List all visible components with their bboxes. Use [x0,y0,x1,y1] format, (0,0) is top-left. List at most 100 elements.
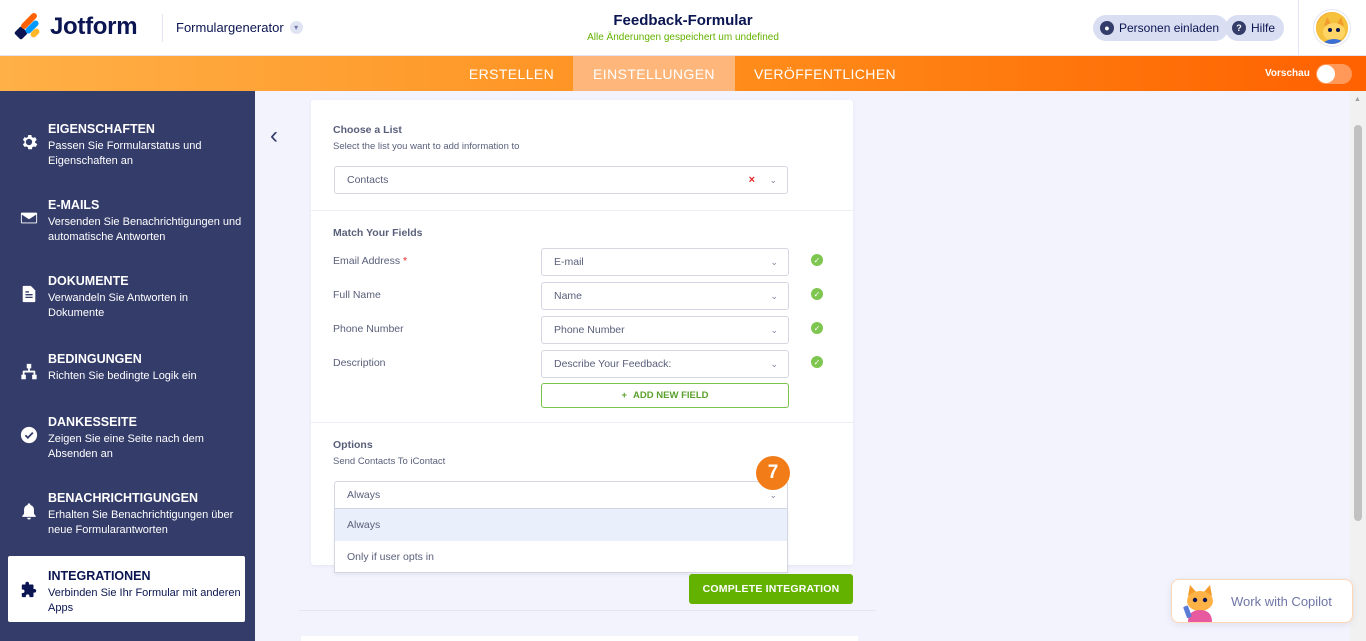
user-icon: ● [1100,21,1114,35]
preview-toggle[interactable] [1316,64,1352,84]
copilot-avatar-icon [1183,585,1213,622]
scrollbar-thumb[interactable] [1354,125,1362,521]
form-generator-dropdown[interactable]: Formulargenerator ▾ [176,20,303,35]
invite-label: Personen einladen [1119,21,1220,35]
form-generator-label: Formulargenerator [176,20,284,35]
sidebar-item-eigenschaften[interactable]: EIGENSCHAFTEN Passen Sie Formularstatus … [8,109,245,175]
puzzle-icon [21,581,37,598]
sidebar-item-dankesseite[interactable]: DANKESSEITE Zeigen Sie eine Seite nach d… [8,402,245,468]
field-select-email[interactable]: E-mail ⌄ [541,248,789,276]
check-icon: ✓ [811,356,823,368]
next-card [301,636,858,641]
field-label-text: Email Address [333,255,401,267]
dropdown-option-always[interactable]: Always [335,509,787,541]
bell-icon [22,503,36,520]
avatar[interactable] [1314,10,1350,46]
choose-list-subtitle: Select the list you want to add informat… [333,141,520,152]
options-select-value: Always [347,489,381,501]
sidebar-item-desc: Versenden Sie Benachrichtigungen und aut… [48,216,242,243]
sidebar-item-emails[interactable]: E-MAILS Versenden Sie Benachrichtigungen… [8,185,245,251]
sidebar-item-desc: Zeigen Sie eine Seite nach dem Absenden … [48,433,204,460]
required-mark: * [403,255,408,267]
logo-text: Jotform [50,13,138,40]
chevron-down-icon: ⌄ [769,490,777,500]
list-select-value: Contacts [347,174,389,186]
chevron-down-icon: ▾ [289,21,303,34]
sidebar-item-desc: Verbinden Sie Ihr Formular mit anderen A… [48,587,241,614]
sidebar-item-title: BENACHRICHTIGUNGEN [48,491,198,505]
top-header: Jotform Formulargenerator ▾ Feedback-For… [0,0,1366,56]
tab-veroeffentlichen[interactable]: VERÖFFENTLICHEN [735,56,915,91]
clear-icon[interactable]: × [749,174,755,186]
copilot-button[interactable]: Work with Copilot [1171,579,1353,623]
options-select[interactable]: Always ⌄ [334,481,788,509]
field-label-phone: Phone Number [333,323,404,335]
form-title-area: Feedback-Formular Alle Änderungen gespei… [483,12,883,43]
jotform-logo-icon [13,11,41,41]
invite-people-button[interactable]: ● Personen einladen [1093,15,1229,41]
add-new-field-button[interactable]: + ADD NEW FIELD [541,383,789,408]
sitemap-icon [21,363,37,380]
section-divider [311,422,853,423]
options-dropdown-list: Always Only if user opts in [334,509,788,573]
check-icon: ✓ [811,254,823,266]
sidebar-item-integrationen[interactable]: INTEGRATIONEN Verbinden Sie Ihr Formular… [8,556,245,622]
match-fields-title: Match Your Fields [333,227,423,239]
plus-icon: + [621,390,628,401]
content-divider [299,610,876,611]
field-select-fullname[interactable]: Name ⌄ [541,282,789,310]
field-select-value: Name [554,290,583,302]
sidebar-item-title: E-MAILS [48,198,100,212]
chevron-down-icon: ⌄ [770,325,778,335]
help-button[interactable]: ? Hilfe [1225,15,1285,41]
form-title[interactable]: Feedback-Formular [483,12,883,29]
section-divider [311,210,853,211]
check-circle-icon [20,426,38,444]
chevron-down-icon: ⌄ [770,359,778,369]
sidebar-item-title: INTEGRATIONEN [48,569,151,583]
sidebar-item-title: DANKESSEITE [48,415,137,429]
gear-icon [22,134,38,150]
field-select-phone[interactable]: Phone Number ⌄ [541,316,789,344]
sidebar-item-title: EIGENSCHAFTEN [48,122,155,136]
sidebar-item-desc: Verwandeln Sie Antworten in Dokumente [48,292,189,319]
toggle-knob [1317,65,1335,83]
options-subtitle: Send Contacts To iContact [333,456,446,467]
tab-einstellungen[interactable]: EINSTELLUNGEN [573,56,735,91]
header-divider [162,14,163,42]
sidebar-item-dokumente[interactable]: DOKUMENTE Verwandeln Sie Antworten in Do… [8,261,245,327]
integration-card: Choose a List Select the list you want t… [311,100,853,565]
tab-erstellen[interactable]: ERSTELLEN [450,56,573,91]
back-arrow-icon[interactable]: ‹ [270,122,278,150]
help-icon: ? [1232,21,1246,35]
step-badge: 7 [756,456,790,490]
chevron-down-icon: ⌄ [769,175,777,185]
list-select[interactable]: Contacts × ⌄ [334,166,788,194]
sidebar-item-bedingungen[interactable]: BEDINGUNGEN Richten Sie bedingte Logik e… [8,339,245,405]
header-divider-right [1298,0,1299,56]
field-select-description[interactable]: Describe Your Feedback: ⌄ [541,350,789,378]
sidebar-item-desc: Passen Sie Formularstatus und Eigenschaf… [48,140,202,167]
field-select-value: Phone Number [554,324,625,336]
sidebar-item-desc: Richten Sie bedingte Logik ein [48,370,197,382]
field-label-email: Email Address * [333,255,407,267]
settings-sidebar: EIGENSCHAFTEN Passen Sie Formularstatus … [0,91,255,641]
main-nav: ERSTELLEN EINSTELLUNGEN VERÖFFENTLICHEN … [0,56,1366,91]
jotform-logo[interactable]: Jotform [13,11,138,41]
help-label: Hilfe [1251,21,1276,35]
sidebar-item-title: BEDINGUNGEN [48,352,142,366]
envelope-icon [20,212,38,224]
document-icon [22,285,36,303]
scroll-up-icon[interactable]: ▲ [1354,96,1361,103]
complete-integration-button[interactable]: COMPLETE INTEGRATION [689,574,853,604]
field-select-value: Describe Your Feedback: [554,358,672,370]
check-icon: ✓ [811,322,823,334]
add-new-field-label: ADD NEW FIELD [633,390,709,401]
choose-list-title: Choose a List [333,124,402,136]
field-select-value: E-mail [554,256,584,268]
sidebar-item-benachrichtigungen[interactable]: BENACHRICHTIGUNGEN Erhalten Sie Benachri… [8,478,245,544]
sidebar-item-title: DOKUMENTE [48,274,129,288]
field-label-fullname: Full Name [333,289,381,301]
chevron-down-icon: ⌄ [770,257,778,267]
dropdown-option-opt-in[interactable]: Only if user opts in [335,541,787,573]
